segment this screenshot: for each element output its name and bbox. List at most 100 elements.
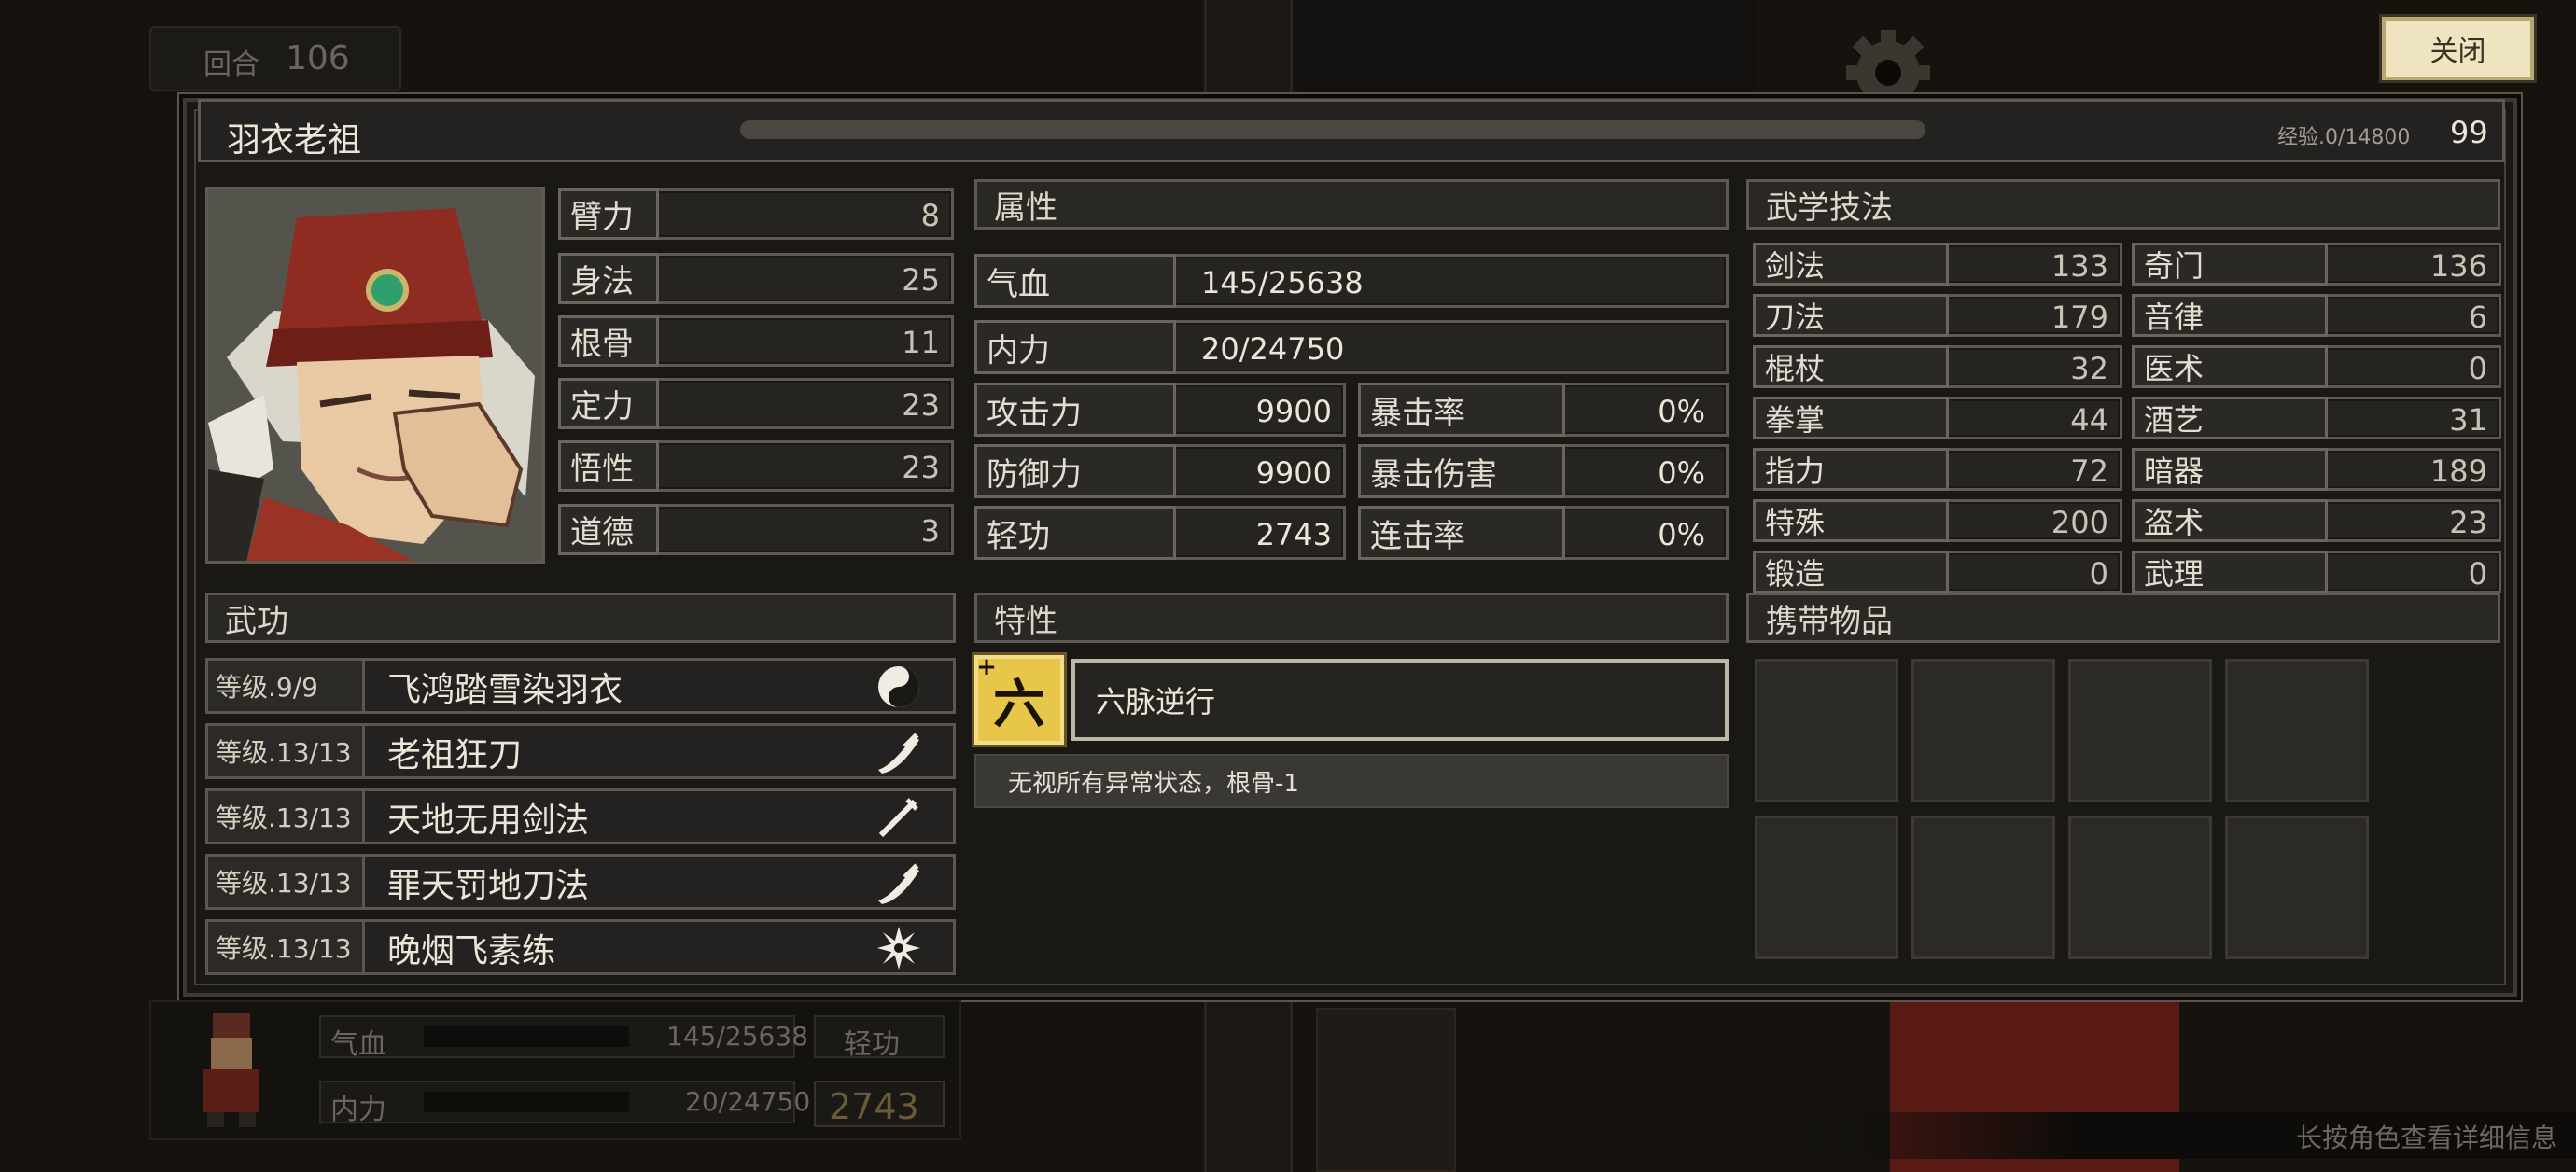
- martial-skill-row: 暗器 189: [2132, 448, 2501, 491]
- attack-label: 攻击力: [974, 383, 1176, 437]
- wugong-row[interactable]: 等级.13/13 天地无用剑法: [205, 788, 956, 844]
- martial-skill-label: 刀法: [1753, 294, 1949, 337]
- hud-mp-label: 内力: [330, 1094, 386, 1126]
- base-stat-row: 悟性 23: [558, 440, 954, 492]
- items-title: 携带物品: [1746, 593, 2500, 643]
- wugong-name: 老祖狂刀: [387, 736, 523, 774]
- traits-title: 特性: [974, 593, 1729, 643]
- crit-damage-label: 暴击伤害: [1358, 444, 1565, 498]
- defense-row: 防御力 9900: [974, 444, 1346, 498]
- martial-skill-label: 特殊: [1753, 499, 1949, 542]
- martial-skill-label: 音律: [2132, 294, 2328, 337]
- item-slot[interactable]: [1755, 659, 1898, 802]
- martial-skill-value: 189: [2429, 453, 2487, 489]
- wugong-level: 等级.13/13: [208, 791, 365, 842]
- base-stat-value: 23: [902, 387, 940, 423]
- trait-description: 无视所有异常状态，根骨-1: [974, 754, 1729, 808]
- crit-rate-label: 暴击率: [1358, 383, 1565, 437]
- wugong-level: 等级.13/13: [208, 922, 365, 972]
- item-slot[interactable]: [1911, 659, 2055, 802]
- martial-skill-row: 音律 6: [2132, 294, 2501, 337]
- martial-skill-label: 奇门: [2132, 243, 2328, 286]
- exp-label: 经验.0/14800: [2277, 126, 2411, 149]
- martial-skill-value: 133: [2051, 248, 2108, 284]
- trait-plus-icon: +: [976, 653, 997, 681]
- martial-skill-value: 0: [2468, 351, 2487, 386]
- crit-damage-row: 暴击伤害 0%: [1358, 444, 1729, 498]
- martial-skill-row: 酒艺 31: [2132, 397, 2501, 440]
- martial-skill-value: 44: [2070, 402, 2108, 438]
- wugong-title: 武功: [205, 593, 956, 643]
- martial-skill-row: 棍杖 32: [1753, 345, 2122, 388]
- saber-icon: [871, 858, 927, 907]
- martial-skill-label: 剑法: [1753, 243, 1949, 286]
- item-slot[interactable]: [2068, 659, 2212, 802]
- martial-skill-row: 盗术 23: [2132, 499, 2501, 542]
- item-slot[interactable]: [2225, 659, 2369, 802]
- martial-skill-value: 0: [2089, 556, 2108, 592]
- wugong-level: 等级.13/13: [208, 726, 365, 776]
- martial-skill-row: 剑法 133: [1753, 243, 2122, 286]
- yin-yang-icon: [871, 663, 927, 711]
- character-portrait: [205, 187, 545, 564]
- martial-skill-label: 指力: [1753, 448, 1949, 491]
- defense-value: 9900: [1255, 455, 1332, 491]
- base-stat-value: 23: [902, 450, 940, 485]
- base-stat-value: 3: [920, 513, 940, 549]
- close-button[interactable]: 关闭: [2382, 17, 2534, 80]
- agility-label: 轻功: [974, 506, 1176, 560]
- saber-icon: [871, 728, 927, 776]
- base-stat-row: 身法 25: [558, 253, 954, 304]
- agility-row: 轻功 2743: [974, 506, 1346, 560]
- martial-skill-row: 特殊 200: [1753, 499, 2122, 542]
- base-stat-row: 根骨 11: [558, 315, 954, 367]
- item-slot[interactable]: [1911, 816, 2055, 959]
- item-slot[interactable]: [2068, 816, 2212, 959]
- trait-name[interactable]: 六脉逆行: [1071, 659, 1729, 741]
- hud-agility-value-box: 2743: [814, 1081, 945, 1127]
- defense-label: 防御力: [974, 444, 1176, 498]
- crit-damage-value: 0%: [1658, 455, 1705, 491]
- wugong-row[interactable]: 等级.13/13 晚烟飞素练: [205, 919, 956, 975]
- wugong-row[interactable]: 等级.13/13 老祖狂刀: [205, 723, 956, 779]
- martial-skill-value: 179: [2051, 300, 2108, 335]
- wugong-level: 等级.9/9: [208, 661, 365, 711]
- wugong-name: 罪天罚地刀法: [387, 867, 590, 905]
- martial-skill-row: 医术 0: [2132, 345, 2501, 388]
- wugong-row[interactable]: 等级.9/9 飞鸿踏雪染羽衣: [205, 658, 956, 714]
- shuriken-icon: [871, 924, 927, 972]
- round-counter: 回合 106: [149, 26, 401, 91]
- base-stat-label: 身法: [558, 253, 659, 304]
- mp-row: 内力 20/24750: [974, 320, 1729, 374]
- martial-skill-value: 136: [2429, 248, 2487, 284]
- mini-character-sprite[interactable]: [185, 1010, 278, 1131]
- item-slot[interactable]: [2225, 816, 2369, 959]
- crossed-swords-icon: [871, 793, 927, 842]
- base-stat-label: 根骨: [558, 315, 659, 367]
- hp-label: 气血: [974, 254, 1176, 308]
- attack-row: 攻击力 9900: [974, 383, 1346, 437]
- martial-skill-row: 锻造 0: [1753, 551, 2122, 593]
- attributes-title: 属性: [974, 179, 1729, 230]
- martial-skill-label: 锻造: [1753, 551, 1949, 593]
- base-stat-label: 悟性: [558, 440, 659, 492]
- scene-furniture: [1316, 1008, 1456, 1172]
- base-stat-row: 臂力 8: [558, 188, 954, 240]
- martial-skill-row: 拳掌 44: [1753, 397, 2122, 440]
- base-stat-row: 道德 3: [558, 504, 954, 555]
- hud-mp-fill: [424, 1092, 629, 1112]
- hp-row: 气血 145/25638: [974, 254, 1729, 308]
- martial-skill-value: 23: [2449, 505, 2487, 540]
- wugong-name: 天地无用剑法: [387, 802, 590, 840]
- martial-skills-title: 武学技法: [1746, 179, 2500, 230]
- hint-bar: 长按角色查看详细信息: [1745, 1112, 2576, 1159]
- martial-skill-label: 暗器: [2132, 448, 2328, 491]
- hud-agility-label: 轻功: [844, 1028, 900, 1061]
- martial-skill-row: 奇门 136: [2132, 243, 2501, 286]
- base-stat-label: 道德: [558, 504, 659, 555]
- item-slot[interactable]: [1755, 816, 1898, 959]
- hud-mp-bar: 内力 20/24750: [319, 1081, 810, 1126]
- exp-bar: [740, 120, 1925, 139]
- wugong-row[interactable]: 等级.13/13 罪天罚地刀法: [205, 854, 956, 910]
- wugong-level: 等级.13/13: [208, 857, 365, 907]
